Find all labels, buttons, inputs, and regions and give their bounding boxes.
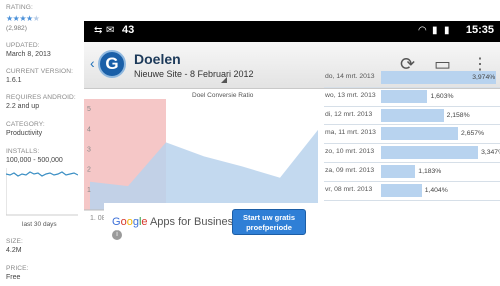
- cta-line2: proefperiode: [246, 223, 292, 232]
- store-sidebar: RATING: ★★★★★ (2,982) UPDATED: March 8, …: [0, 0, 84, 286]
- usb-icon: ⇆: [94, 25, 103, 36]
- row-bar: [381, 183, 422, 197]
- version-value: 1.6.1: [6, 77, 22, 84]
- updated-label: UPDATED:: [6, 42, 40, 49]
- table-row[interactable]: di, 12 mrt. 2013 2,158%: [324, 107, 500, 126]
- row-value: 3,974%: [472, 74, 496, 81]
- rating-stars-icon: ★★★★★: [6, 14, 40, 23]
- row-date: vr, 08 mrt. 2013: [325, 185, 373, 193]
- row-bar: [381, 146, 479, 160]
- table-row[interactable]: ma, 11 mrt. 2013 2,657%: [324, 125, 500, 145]
- row-value: 1,404%: [424, 186, 448, 194]
- row-date: ma, 11 mrt. 2013: [325, 129, 376, 137]
- installs-value: 100,000 - 500,000: [6, 157, 63, 164]
- signal-icon: ▮: [432, 25, 438, 36]
- row-value: 2,657%: [461, 130, 485, 138]
- row-bar: [381, 164, 416, 178]
- conversion-table: do, 14 mrt. 2013 3,974% wo, 13 mrt. 2013 1,…: [324, 69, 500, 201]
- chart-title: Doel Conversie Ratio: [192, 92, 254, 99]
- ad-banner[interactable]: Google Apps for Business i Start uw grat…: [104, 203, 416, 265]
- row-date: zo, 10 mrt. 2013: [325, 148, 375, 156]
- row-bar-track: 1,603%: [381, 89, 497, 103]
- cta-line1: Start uw gratis: [242, 213, 296, 222]
- size-value: 4.2M: [6, 247, 22, 254]
- row-value: 2,158%: [446, 111, 470, 119]
- battery-icon: ▮: [444, 25, 450, 36]
- back-icon[interactable]: ‹: [90, 55, 95, 71]
- android-label: REQUIRES ANDROID:: [6, 94, 76, 101]
- row-value: 3,347%: [481, 149, 500, 157]
- y-tick-label: 2: [87, 167, 91, 174]
- y-tick-label: 3: [87, 146, 91, 153]
- installs-period: last 30 days: [22, 221, 57, 228]
- android-value: 2.2 and up: [6, 103, 40, 110]
- y-tick-label: 5: [87, 106, 91, 113]
- updated-value: March 8, 2013: [6, 51, 51, 58]
- row-date: di, 12 mrt. 2013: [325, 110, 373, 118]
- row-bar-track: 1,183%: [381, 164, 497, 178]
- category-label: CATEGORY:: [6, 121, 45, 128]
- table-row[interactable]: do, 14 mrt. 2013 3,974%: [324, 69, 500, 88]
- category-value: Productivity: [6, 130, 43, 137]
- row-date: wo, 13 mrt. 2013: [325, 91, 376, 99]
- rating-count: (2,982): [6, 25, 27, 32]
- row-date: za, 09 mrt. 2013: [325, 166, 375, 174]
- ad-info-icon[interactable]: i: [112, 230, 122, 240]
- dropdown-indicator-icon: [221, 77, 227, 83]
- mail-icon: ✉: [106, 25, 115, 36]
- row-bar-track: 2,158%: [381, 108, 497, 122]
- row-bar-track: 2,657%: [381, 127, 497, 141]
- row-bar-track: 3,347%: [381, 146, 500, 160]
- installs-label: INSTALLS:: [6, 148, 40, 155]
- row-value: 1,183%: [418, 167, 442, 175]
- version-label: CURRENT VERSION:: [6, 68, 74, 75]
- ad-product: Apps for Business: [147, 216, 239, 228]
- rating-label: RATING:: [6, 4, 33, 11]
- y-tick-label: 1: [87, 187, 91, 194]
- row-bar: [381, 89, 428, 103]
- table-row[interactable]: za, 09 mrt. 2013 1,183%: [324, 163, 500, 182]
- row-date: do, 14 mrt. 2013: [325, 73, 375, 80]
- row-bar: [381, 108, 444, 122]
- row-value: 1,603%: [430, 92, 454, 100]
- page-subtitle[interactable]: Nieuwe Site - 8 Februari 2012: [134, 69, 254, 79]
- wifi-icon: ◠: [418, 25, 427, 36]
- clock: 15:35: [465, 24, 494, 36]
- app-logo[interactable]: G: [98, 50, 126, 78]
- price-value: Free: [6, 274, 21, 281]
- installs-sparkline: [6, 168, 78, 216]
- status-bar: ⇆ ✉ 43 ◠ ▮ ▮ 15:35: [84, 21, 500, 42]
- google-wordmark: Google: [112, 216, 148, 228]
- row-bar: [381, 127, 459, 141]
- notification-count: 43: [122, 24, 135, 36]
- google-apps-logo: Google Apps for Business: [112, 216, 239, 228]
- table-row[interactable]: zo, 10 mrt. 2013 3,347%: [324, 144, 500, 163]
- table-row[interactable]: wo, 13 mrt. 2013 1,603%: [324, 88, 500, 107]
- trial-cta-button[interactable]: Start uw gratis proefperiode: [232, 209, 306, 235]
- table-row[interactable]: vr, 08 mrt. 2013 1,404%: [324, 182, 500, 201]
- price-label: PRICE:: [6, 265, 29, 272]
- page-title: Doelen: [134, 51, 181, 67]
- y-tick-label: 4: [87, 126, 91, 133]
- size-label: SIZE:: [6, 238, 23, 245]
- row-bar-track: 1,404%: [381, 183, 497, 197]
- row-bar-track: 3,974%: [381, 71, 497, 84]
